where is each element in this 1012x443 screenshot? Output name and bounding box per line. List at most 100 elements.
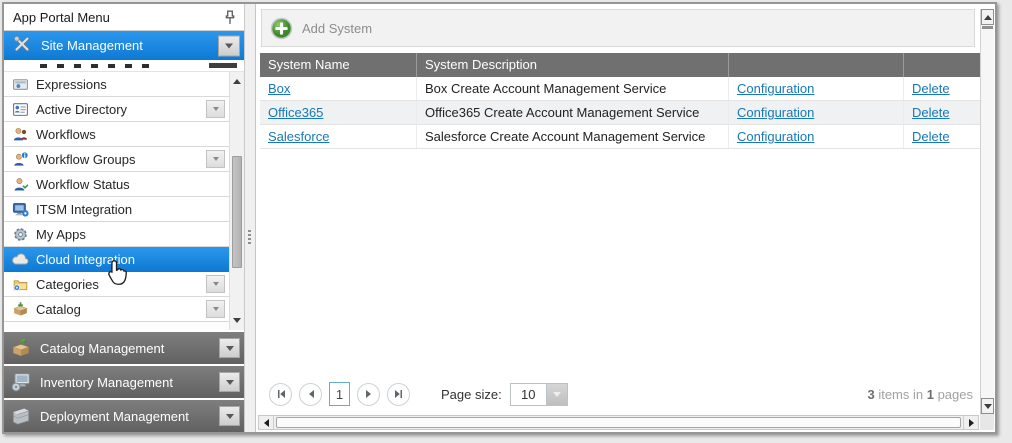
first-page-button[interactable]	[269, 383, 292, 406]
delete-link[interactable]: Delete	[912, 105, 950, 120]
system-name-link[interactable]: Box	[268, 81, 290, 96]
workflows-icon	[11, 125, 29, 143]
section-dropdown-button[interactable]	[219, 372, 240, 392]
sidebar-item-label: Categories	[36, 277, 99, 292]
table-row: Salesforce Salesforce Create Account Man…	[260, 125, 980, 149]
deployment-management-icon	[10, 405, 32, 427]
sidebar-section-catalog-management[interactable]: Catalog Management	[4, 332, 244, 364]
clipped-text-marks	[40, 64, 158, 68]
section-dropdown-button[interactable]	[219, 406, 240, 426]
sidebar-item-workflows[interactable]: Workflows	[4, 122, 229, 147]
sidebar-section-label: Deployment Management	[40, 409, 189, 424]
clipped-button-edge	[209, 63, 237, 68]
item-dropdown-button[interactable]	[206, 300, 225, 318]
scroll-up-icon[interactable]	[230, 74, 244, 89]
delete-link[interactable]: Delete	[912, 129, 950, 144]
configuration-link[interactable]: Configuration	[737, 81, 814, 96]
sidebar-scroll-area: Expressions Active Directory Workflows	[4, 72, 244, 330]
previous-page-button[interactable]	[299, 383, 322, 406]
sidebar-scrollbar[interactable]	[229, 72, 244, 330]
item-dropdown-button[interactable]	[206, 150, 225, 168]
horizontal-scrollbar-thumb[interactable]	[276, 417, 961, 428]
section-dropdown-button[interactable]	[218, 35, 240, 56]
scroll-right-icon[interactable]	[963, 416, 978, 429]
configuration-link[interactable]: Configuration	[737, 129, 814, 144]
systems-grid: System Name System Description Box Box C…	[260, 53, 980, 149]
page-size-dropdown[interactable]: 10	[510, 383, 568, 406]
vertical-scrollbar[interactable]	[980, 9, 994, 414]
sidebar-section-site-management[interactable]: Site Management	[4, 31, 244, 60]
pin-icon[interactable]	[223, 10, 237, 26]
workflow-status-icon	[11, 175, 29, 193]
delete-link[interactable]: Delete	[912, 81, 950, 96]
active-directory-icon	[11, 100, 29, 118]
sidebar: App Portal Menu Site Management	[4, 4, 245, 432]
sidebar-item-label: Catalog	[36, 302, 81, 317]
chevron-down-icon[interactable]	[547, 384, 567, 405]
current-page-button[interactable]: 1	[329, 382, 350, 406]
app-window: App Portal Menu Site Management	[2, 2, 997, 434]
system-name-link[interactable]: Salesforce	[268, 129, 329, 144]
sidebar-scrollbar-thumb[interactable]	[232, 156, 242, 268]
scrollbar-corner	[980, 414, 994, 430]
sidebar-item-workflow-groups[interactable]: Workflow Groups	[4, 147, 229, 172]
sidebar-titlebar: App Portal Menu	[4, 4, 244, 31]
add-circle-icon	[270, 17, 293, 40]
sidebar-item-categories[interactable]: Categories	[4, 272, 229, 297]
sidebar-item-cloud-integration[interactable]: Cloud Integration	[4, 247, 229, 272]
sidebar-section-deployment-management[interactable]: Deployment Management	[4, 400, 244, 432]
grid-header-row: System Name System Description	[260, 53, 980, 77]
expressions-icon	[11, 75, 29, 93]
toolbar: Add System	[261, 9, 975, 47]
column-header-system-name[interactable]: System Name	[260, 53, 416, 77]
next-page-button[interactable]	[357, 383, 380, 406]
sidebar-item-my-apps[interactable]: My Apps	[4, 222, 229, 247]
column-header-system-description[interactable]: System Description	[416, 53, 728, 77]
system-description: Salesforce Create Account Management Ser…	[416, 125, 728, 148]
catalog-management-icon	[10, 337, 32, 359]
panel-splitter[interactable]	[245, 4, 255, 432]
main-panel: Add System System Name System Descriptio…	[255, 4, 995, 432]
column-header-configuration	[728, 53, 903, 77]
sidebar-item-catalog[interactable]: Catalog	[4, 297, 229, 322]
last-page-button[interactable]	[387, 383, 410, 406]
horizontal-scrollbar[interactable]	[258, 415, 979, 430]
configuration-link[interactable]: Configuration	[737, 105, 814, 120]
my-apps-icon	[11, 225, 29, 243]
sidebar-item-label: Workflows	[36, 127, 96, 142]
sidebar-item-label: Cloud Integration	[36, 252, 135, 267]
workflow-groups-icon	[11, 150, 29, 168]
pagination-bar: 1 Page size: 10 3 items in 1 pages	[261, 375, 979, 413]
item-dropdown-button[interactable]	[206, 275, 225, 293]
vertical-scrollbar-thumb[interactable]	[982, 26, 993, 29]
sidebar-item-expressions[interactable]: Expressions	[4, 72, 229, 97]
categories-icon	[11, 275, 29, 293]
sidebar-item-itsm-integration[interactable]: ITSM Integration	[4, 197, 229, 222]
add-system-button[interactable]: Add System	[270, 17, 372, 40]
sidebar-item-label: Expressions	[36, 77, 107, 92]
table-row: Office365 Office365 Create Account Manag…	[260, 101, 980, 125]
table-row: Box Box Create Account Management Servic…	[260, 77, 980, 101]
page-size-label: Page size:	[441, 387, 502, 402]
scroll-left-icon[interactable]	[259, 416, 274, 429]
tools-icon	[12, 34, 32, 57]
system-name-link[interactable]: Office365	[268, 105, 323, 120]
sidebar-section-label: Inventory Management	[40, 375, 173, 390]
item-dropdown-button[interactable]	[206, 100, 225, 118]
section-dropdown-button[interactable]	[219, 338, 240, 358]
items-count-status: 3 items in 1 pages	[867, 387, 979, 402]
sidebar-item-workflow-status[interactable]: Workflow Status	[4, 172, 229, 197]
scroll-up-icon[interactable]	[981, 9, 994, 25]
sidebar-section-inventory-management[interactable]: Inventory Management	[4, 366, 244, 398]
sidebar-item-label: Active Directory	[36, 102, 127, 117]
sidebar-item-active-directory[interactable]: Active Directory	[4, 97, 229, 122]
splitter-grip-icon[interactable]	[248, 230, 251, 244]
sidebar-item-label: Workflow Status	[36, 177, 130, 192]
system-description: Box Create Account Management Service	[416, 77, 728, 100]
inventory-management-icon	[10, 371, 32, 393]
sidebar-section-label: Catalog Management	[40, 341, 164, 356]
add-system-label: Add System	[302, 21, 372, 36]
scroll-down-icon[interactable]	[230, 313, 244, 328]
scroll-down-icon[interactable]	[981, 398, 994, 414]
sidebar-title: App Portal Menu	[13, 10, 110, 25]
